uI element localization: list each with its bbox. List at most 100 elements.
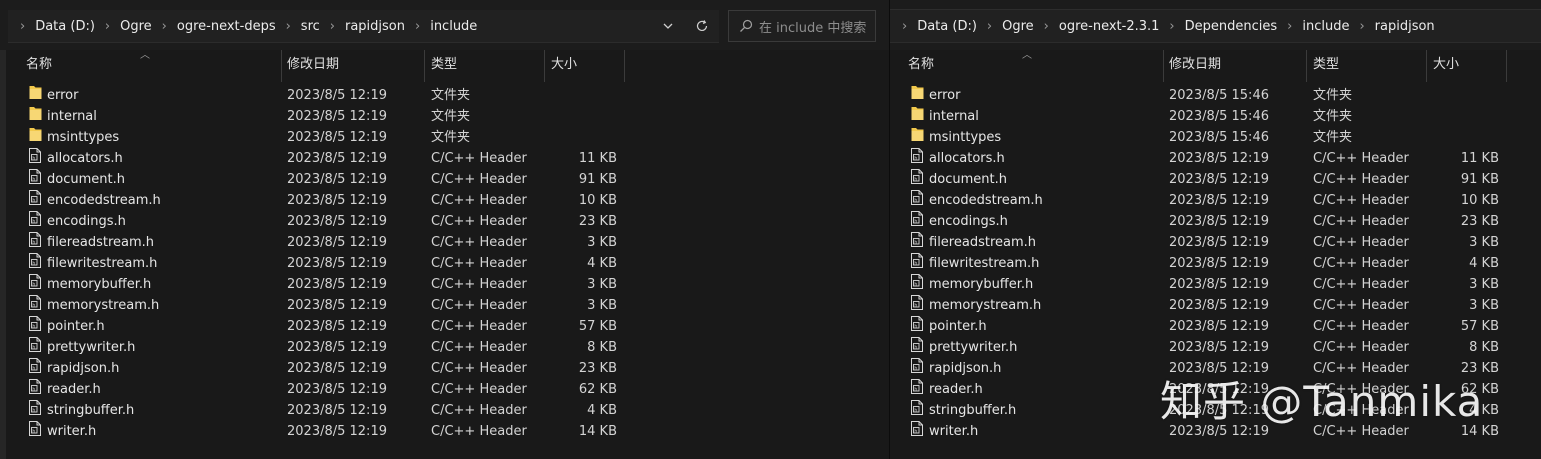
- chevron-right-icon[interactable]: ›: [1038, 19, 1055, 34]
- chevron-right-icon[interactable]: ›: [896, 19, 913, 34]
- toolbar-left: › Data (D:) › Ogre › ogre-next-deps › src › rapid…: [0, 0, 889, 50]
- breadcrumb-item[interactable]: rapidjson: [341, 19, 409, 34]
- file-row[interactable]: h memorystream.h 2023/8/5 12:19 C/C++ Heade…: [890, 295, 1541, 316]
- header-file-icon: h: [29, 274, 41, 289]
- file-row[interactable]: h pointer.h 2023/8/5 12:19 C/C++ Header 57 K…: [890, 316, 1541, 337]
- header-file-icon: h: [29, 232, 41, 247]
- file-name: writer.h: [929, 424, 979, 439]
- breadcrumb-item[interactable]: include: [426, 19, 481, 34]
- file-row[interactable]: h memorystream.h 2023/8/5 12:19 C/C++ Heade…: [0, 295, 889, 316]
- address-bar-left[interactable]: › Data (D:) › Ogre › ogre-next-deps › src › rapid…: [8, 10, 719, 43]
- breadcrumb-item[interactable]: rapidjson: [1371, 19, 1439, 34]
- file-type: C/C++ Header: [431, 214, 527, 229]
- column-type-label: 类型: [1313, 57, 1340, 72]
- search-input[interactable]: 在 include 中搜索: [728, 10, 876, 42]
- svg-text:h: h: [914, 344, 917, 350]
- file-row[interactable]: h rapidjson.h 2023/8/5 12:19 C/C++ Header 23…: [0, 358, 889, 379]
- sort-up-icon: ︿: [1022, 50, 1032, 61]
- file-row[interactable]: h reader.h 2023/8/5 12:19 C/C++ Header 62 KB: [0, 379, 889, 400]
- file-name: filewritestream.h: [929, 256, 1040, 271]
- file-row[interactable]: h writer.h 2023/8/5 12:19 C/C++ Header 14 KB: [0, 421, 889, 442]
- file-name: writer.h: [47, 424, 97, 439]
- breadcrumb-item[interactable]: Data (D:): [913, 19, 981, 34]
- file-row[interactable]: error 2023/8/5 15:46 文件夹: [890, 85, 1541, 106]
- column-size[interactable]: 大小: [1427, 50, 1507, 82]
- file-size: 4 KB: [587, 403, 617, 418]
- folder-icon: [911, 85, 924, 100]
- file-date: 2023/8/5 12:19: [1169, 298, 1269, 313]
- file-name: error: [47, 88, 79, 103]
- file-row[interactable]: h prettywriter.h 2023/8/5 12:19 C/C++ Heade…: [0, 337, 889, 358]
- file-row[interactable]: h filereadstream.h 2023/8/5 12:19 C/C++ Hea…: [890, 232, 1541, 253]
- file-row[interactable]: h prettywriter.h 2023/8/5 12:19 C/C++ Heade…: [890, 337, 1541, 358]
- svg-text:h: h: [914, 407, 917, 413]
- explorer-pane-left: › Data (D:) › Ogre › ogre-next-deps › src › rapid…: [0, 0, 889, 459]
- file-size: 11 KB: [1460, 151, 1499, 166]
- chevron-right-icon[interactable]: ›: [981, 19, 998, 34]
- column-size[interactable]: 大小: [545, 50, 625, 82]
- file-row[interactable]: h stringbuffer.h 2023/8/5 12:19 C/C++ Heade…: [0, 400, 889, 421]
- file-row[interactable]: h encodedstream.h 2023/8/5 12:19 C/C++ Head…: [890, 190, 1541, 211]
- file-name: internal: [929, 109, 979, 124]
- file-row[interactable]: h document.h 2023/8/5 12:19 C/C++ Header 91 …: [890, 169, 1541, 190]
- file-row[interactable]: h memorybuffer.h 2023/8/5 12:19 C/C++ Heade…: [890, 274, 1541, 295]
- file-date: 2023/8/5 12:19: [287, 256, 387, 271]
- breadcrumb-item[interactable]: ogre-next-deps: [173, 19, 280, 34]
- file-date: 2023/8/5 12:19: [287, 88, 387, 103]
- column-date[interactable]: 修改日期: [1163, 50, 1307, 82]
- column-date-label: 修改日期: [287, 57, 340, 72]
- breadcrumb-item[interactable]: src: [297, 19, 324, 34]
- file-row[interactable]: h filewritestream.h 2023/8/5 12:19 C/C++ He…: [0, 253, 889, 274]
- chevron-right-icon[interactable]: ›: [280, 19, 297, 34]
- chevron-right-icon[interactable]: ›: [99, 19, 116, 34]
- file-row[interactable]: internal 2023/8/5 12:19 文件夹: [0, 106, 889, 127]
- file-row[interactable]: h encodings.h 2023/8/5 12:19 C/C++ Header 23…: [890, 211, 1541, 232]
- file-row[interactable]: h filereadstream.h 2023/8/5 12:19 C/C++ Hea…: [0, 232, 889, 253]
- address-bar-right[interactable]: › Data (D:) › Ogre › ogre-next-2.3.1 › Dependen…: [890, 9, 1541, 43]
- svg-text:h: h: [914, 386, 917, 392]
- file-row[interactable]: h allocators.h 2023/8/5 12:19 C/C++ Header 1…: [890, 148, 1541, 169]
- file-row[interactable]: h pointer.h 2023/8/5 12:19 C/C++ Header 57 K…: [0, 316, 889, 337]
- file-row[interactable]: h filewritestream.h 2023/8/5 12:19 C/C++ He…: [890, 253, 1541, 274]
- column-type[interactable]: 类型: [425, 50, 545, 82]
- header-file-icon: h: [911, 148, 923, 163]
- file-row[interactable]: h encodedstream.h 2023/8/5 12:19 C/C++ Head…: [0, 190, 889, 211]
- file-row[interactable]: h allocators.h 2023/8/5 12:19 C/C++ Header 1…: [0, 148, 889, 169]
- file-type: C/C++ Header: [1313, 235, 1409, 250]
- file-row[interactable]: error 2023/8/5 12:19 文件夹: [0, 85, 889, 106]
- chevron-right-icon[interactable]: ›: [1163, 19, 1180, 34]
- chevron-right-icon[interactable]: ›: [324, 19, 341, 34]
- column-type[interactable]: 类型: [1307, 50, 1427, 82]
- breadcrumb-item[interactable]: Data (D:): [31, 19, 99, 34]
- file-name: stringbuffer.h: [47, 403, 135, 418]
- file-row[interactable]: h document.h 2023/8/5 12:19 C/C++ Header 91 …: [0, 169, 889, 190]
- breadcrumb-item[interactable]: include: [1298, 19, 1353, 34]
- breadcrumb-item[interactable]: Dependencies: [1181, 19, 1282, 34]
- file-row[interactable]: h encodings.h 2023/8/5 12:19 C/C++ Header 23…: [0, 211, 889, 232]
- column-date[interactable]: 修改日期: [281, 50, 425, 82]
- breadcrumb-item[interactable]: Ogre: [998, 19, 1038, 34]
- file-row[interactable]: msinttypes 2023/8/5 12:19 文件夹: [0, 127, 889, 148]
- refresh-icon[interactable]: [685, 10, 719, 42]
- chevron-right-icon[interactable]: ›: [409, 19, 426, 34]
- breadcrumb-item[interactable]: Ogre: [116, 19, 156, 34]
- chevron-down-icon[interactable]: [651, 10, 685, 42]
- column-date-label: 修改日期: [1169, 57, 1222, 72]
- chevron-right-icon[interactable]: ›: [156, 19, 173, 34]
- file-name: pointer.h: [47, 319, 105, 334]
- chevron-right-icon[interactable]: ›: [14, 19, 31, 34]
- file-row[interactable]: msinttypes 2023/8/5 15:46 文件夹: [890, 127, 1541, 148]
- file-date: 2023/8/5 12:19: [287, 340, 387, 355]
- column-name[interactable]: 名称 ︿: [20, 50, 282, 82]
- file-row[interactable]: internal 2023/8/5 15:46 文件夹: [890, 106, 1541, 127]
- file-type: C/C++ Header: [431, 340, 527, 355]
- breadcrumb-item[interactable]: ogre-next-2.3.1: [1055, 19, 1164, 34]
- chevron-right-icon[interactable]: ›: [1281, 19, 1298, 34]
- file-date: 2023/8/5 12:19: [1169, 235, 1269, 250]
- chevron-right-icon[interactable]: ›: [1353, 19, 1370, 34]
- file-name: msinttypes: [47, 130, 120, 145]
- column-name[interactable]: 名称 ︿: [902, 50, 1164, 82]
- file-size: 62 KB: [578, 382, 617, 397]
- file-row[interactable]: h memorybuffer.h 2023/8/5 12:19 C/C++ Heade…: [0, 274, 889, 295]
- file-size: 8 KB: [587, 340, 617, 355]
